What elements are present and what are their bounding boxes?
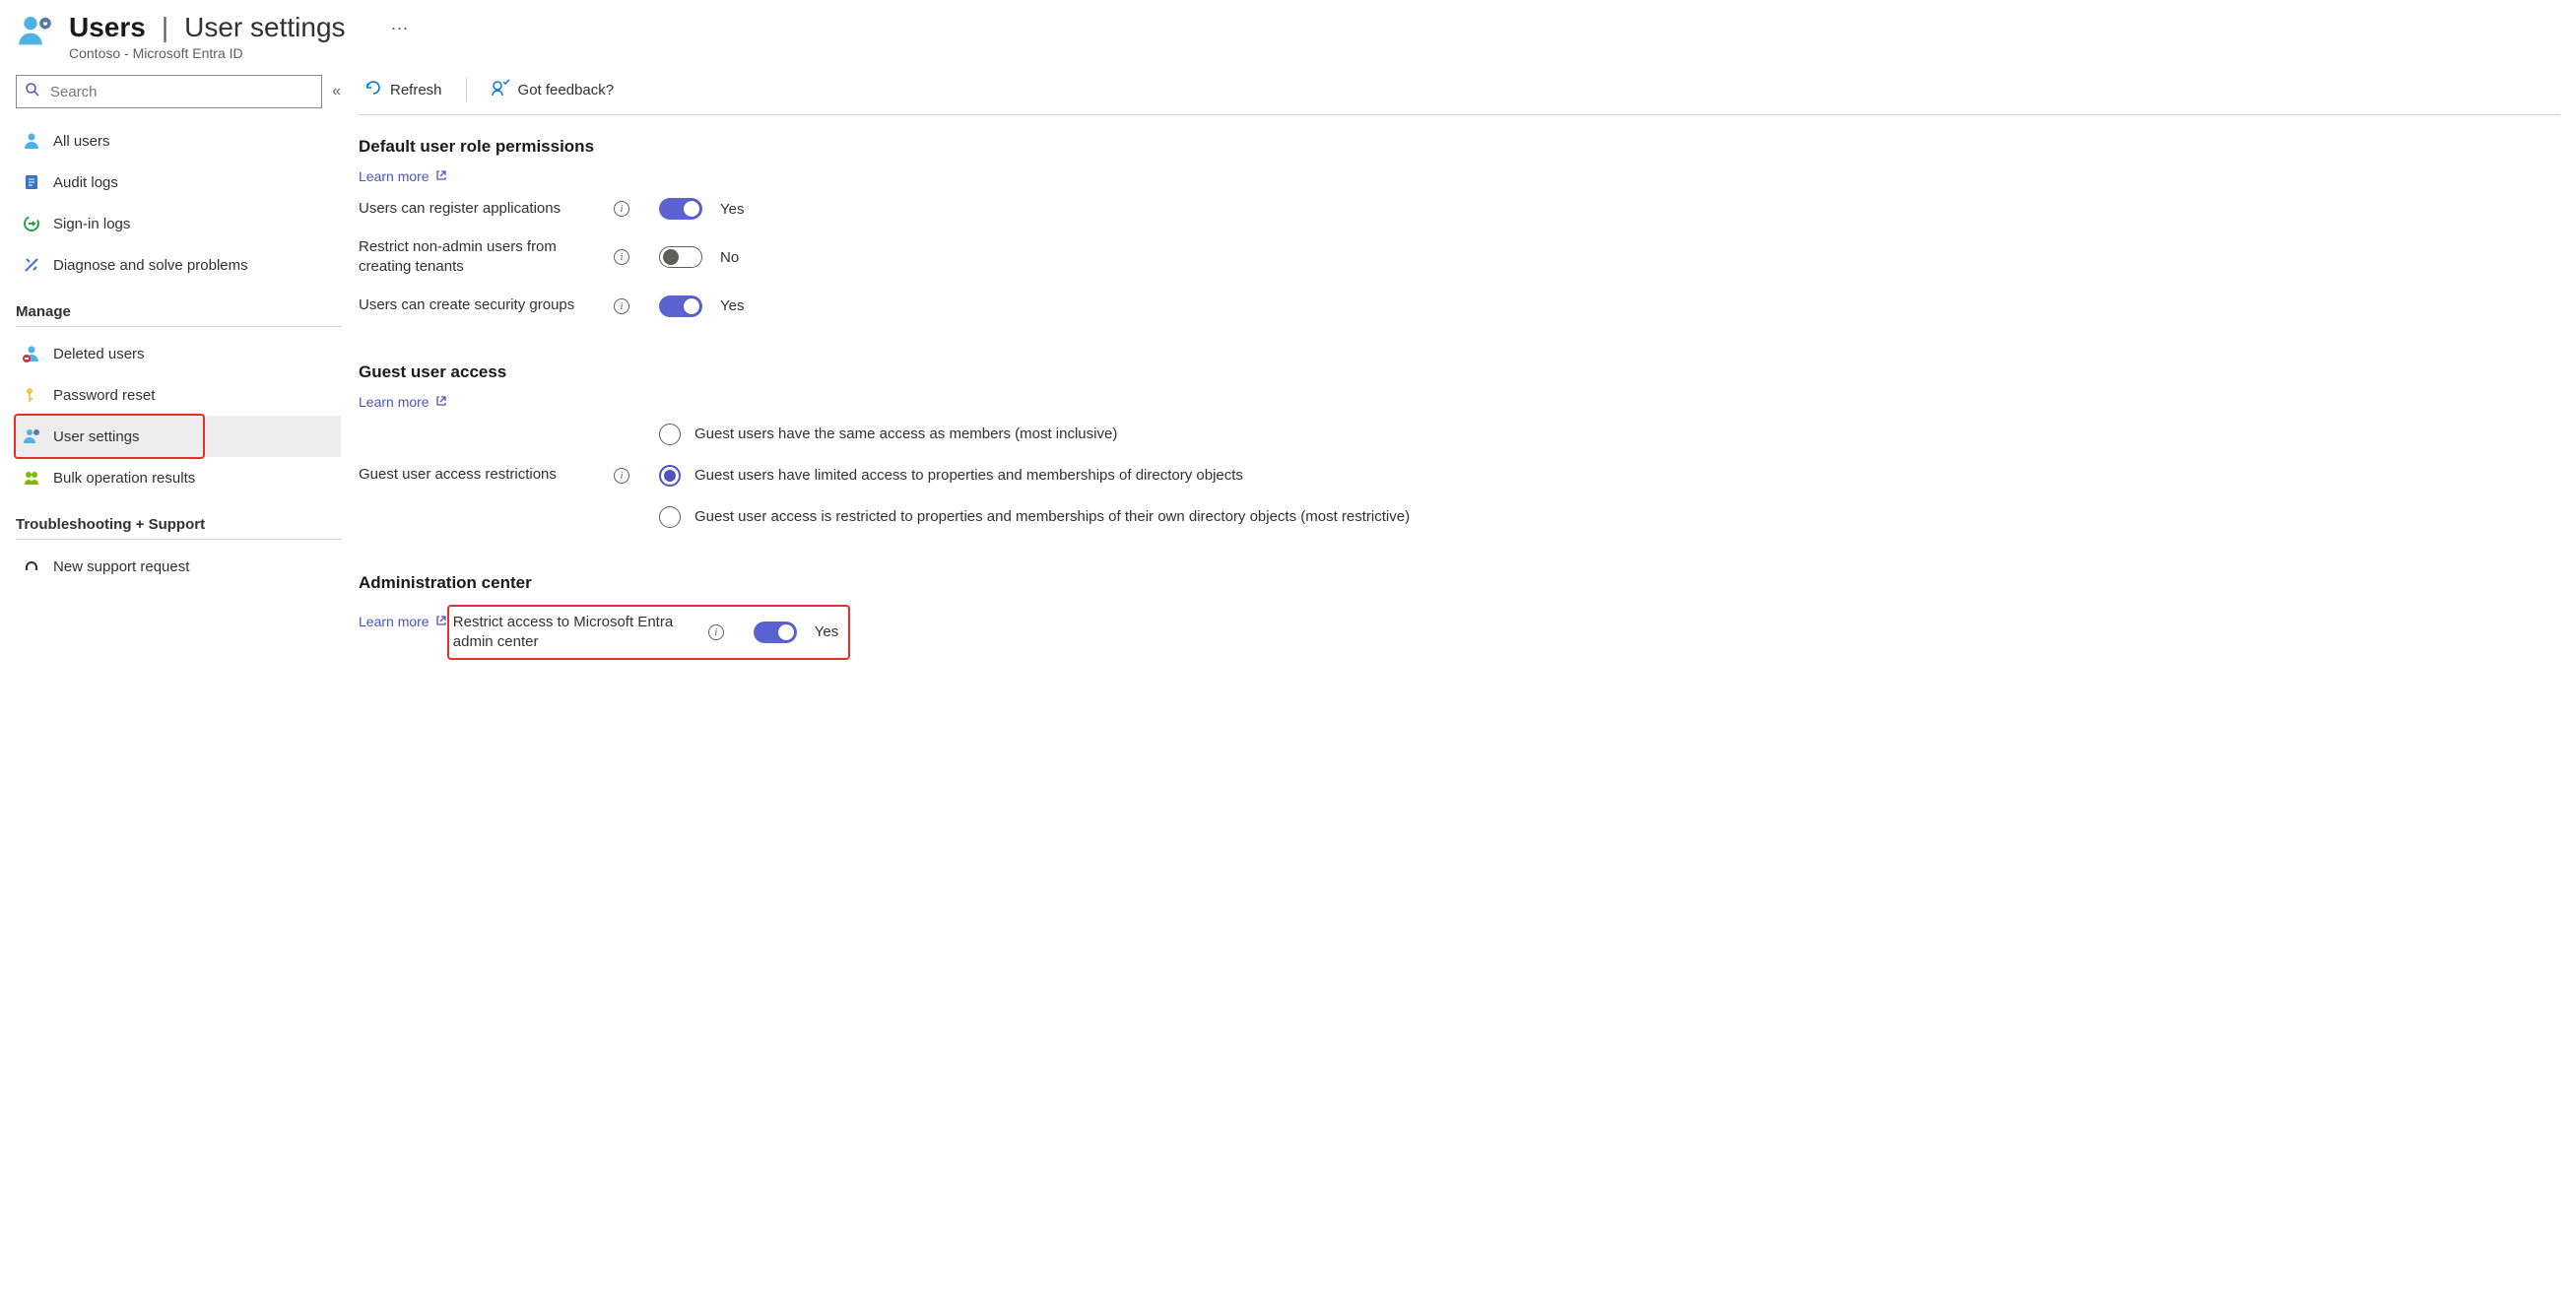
toggle-value: Yes xyxy=(815,623,838,640)
signin-icon xyxy=(22,215,41,232)
sidebar-item-diagnose[interactable]: Diagnose and solve problems xyxy=(16,244,341,286)
info-icon[interactable]: i xyxy=(614,201,629,217)
feedback-button[interactable]: Got feedback? xyxy=(485,75,621,104)
radio-icon xyxy=(659,465,681,487)
page-title-main: Users xyxy=(69,12,146,43)
title-separator: | xyxy=(162,12,168,43)
learn-more-guest[interactable]: Learn more xyxy=(359,394,447,410)
log-icon xyxy=(22,173,41,191)
learn-more-admin[interactable]: Learn more xyxy=(359,614,447,629)
sidebar-item-sign-in-logs[interactable]: Sign-in logs xyxy=(16,203,341,244)
headset-icon xyxy=(22,557,41,575)
radio-label: Guest users have limited access to prope… xyxy=(694,467,1243,484)
setting-label: Users can create security groups xyxy=(359,295,600,315)
admin-restrict-highlight: Restrict access to Microsoft Entra admin… xyxy=(447,605,850,661)
person-icon xyxy=(22,132,41,150)
section-title-default-perms: Default user role permissions xyxy=(359,137,2560,157)
more-actions-button[interactable]: ··· xyxy=(362,18,409,38)
radio-label: Guest users have the same access as memb… xyxy=(694,425,1117,442)
sidebar-item-all-users[interactable]: All users xyxy=(16,120,341,162)
sidebar-item-password-reset[interactable]: Password reset xyxy=(16,374,341,416)
sidebar-item-label: Sign-in logs xyxy=(53,216,130,232)
radio-label: Guest user access is restricted to prope… xyxy=(694,508,1410,525)
setting-label: Restrict access to Microsoft Entra admin… xyxy=(453,613,694,653)
refresh-icon xyxy=(364,79,382,100)
toggle-create-sec-groups[interactable] xyxy=(659,295,702,317)
key-icon xyxy=(22,386,41,404)
page-subtitle: Contoso - Microsoft Entra ID xyxy=(69,45,409,61)
sidebar-item-label: All users xyxy=(53,133,110,150)
setting-create-sec-groups: Users can create security groups i Yes xyxy=(359,295,2560,317)
search-input-wrapper[interactable] xyxy=(16,75,322,108)
toolbar-divider xyxy=(466,78,467,101)
toggle-value: No xyxy=(720,249,739,266)
guest-option-restrictive[interactable]: Guest user access is restricted to prope… xyxy=(659,506,1410,528)
info-icon[interactable]: i xyxy=(614,298,629,314)
info-icon[interactable]: i xyxy=(708,624,724,640)
sidebar-group-support: Troubleshooting + Support xyxy=(16,498,341,540)
users-gear-small-icon xyxy=(22,427,41,445)
setting-register-apps: Users can register applications i Yes xyxy=(359,198,2560,220)
external-link-icon xyxy=(435,168,447,184)
guest-option-limited[interactable]: Guest users have limited access to prope… xyxy=(659,465,1410,487)
guest-option-inclusive[interactable]: Guest users have the same access as memb… xyxy=(659,424,1410,445)
feedback-label: Got feedback? xyxy=(518,82,615,98)
setting-restrict-admin-center: Restrict access to Microsoft Entra admin… xyxy=(453,613,838,653)
refresh-button[interactable]: Refresh xyxy=(359,75,448,104)
toggle-restrict-tenants[interactable] xyxy=(659,246,702,268)
info-icon[interactable]: i xyxy=(614,468,629,484)
toggle-register-apps[interactable] xyxy=(659,198,702,220)
radio-icon xyxy=(659,506,681,528)
sidebar-item-label: Password reset xyxy=(53,387,155,404)
radio-icon xyxy=(659,424,681,445)
external-link-icon xyxy=(435,394,447,410)
sidebar-item-user-settings[interactable]: User settings xyxy=(16,416,341,457)
page-title-sub: User settings xyxy=(184,12,345,43)
setting-label: Restrict non-admin users from creating t… xyxy=(359,237,600,278)
collapse-sidebar-button[interactable]: « xyxy=(332,83,341,100)
sidebar: « All users Audit logs Sign-in logs Diag… xyxy=(16,75,341,660)
search-icon xyxy=(25,82,40,101)
setting-label: Guest user access restrictions xyxy=(359,466,557,483)
sidebar-item-label: New support request xyxy=(53,558,189,575)
toolbar: Refresh Got feedback? xyxy=(359,75,2560,115)
people-icon xyxy=(22,469,41,487)
toggle-value: Yes xyxy=(720,201,744,218)
external-link-icon xyxy=(435,614,447,629)
sidebar-item-audit-logs[interactable]: Audit logs xyxy=(16,162,341,203)
learn-more-default-perms[interactable]: Learn more xyxy=(359,168,447,184)
sidebar-item-label: Diagnose and solve problems xyxy=(53,257,248,274)
users-gear-icon xyxy=(16,12,55,55)
toggle-value: Yes xyxy=(720,297,744,314)
setting-label: Users can register applications xyxy=(359,199,600,219)
feedback-icon xyxy=(491,79,510,100)
sidebar-item-new-support[interactable]: New support request xyxy=(16,546,341,587)
sidebar-item-label: Bulk operation results xyxy=(53,470,195,487)
sidebar-group-manage: Manage xyxy=(16,286,341,327)
person-minus-icon xyxy=(22,345,41,362)
toggle-restrict-admin[interactable] xyxy=(754,622,797,643)
info-icon[interactable]: i xyxy=(614,249,629,265)
sidebar-item-label: Deleted users xyxy=(53,346,145,362)
section-title-guest: Guest user access xyxy=(359,362,2560,382)
sidebar-item-bulk-ops[interactable]: Bulk operation results xyxy=(16,457,341,498)
setting-restrict-tenants: Restrict non-admin users from creating t… xyxy=(359,237,2560,278)
section-title-admin: Administration center xyxy=(359,573,2560,593)
refresh-label: Refresh xyxy=(390,82,442,98)
search-input[interactable] xyxy=(48,83,313,101)
sidebar-item-deleted-users[interactable]: Deleted users xyxy=(16,333,341,374)
sidebar-item-label: Audit logs xyxy=(53,174,118,191)
main-content: Refresh Got feedback? Default user role … xyxy=(359,75,2560,660)
sidebar-item-label: User settings xyxy=(53,428,140,445)
tools-icon xyxy=(22,256,41,274)
